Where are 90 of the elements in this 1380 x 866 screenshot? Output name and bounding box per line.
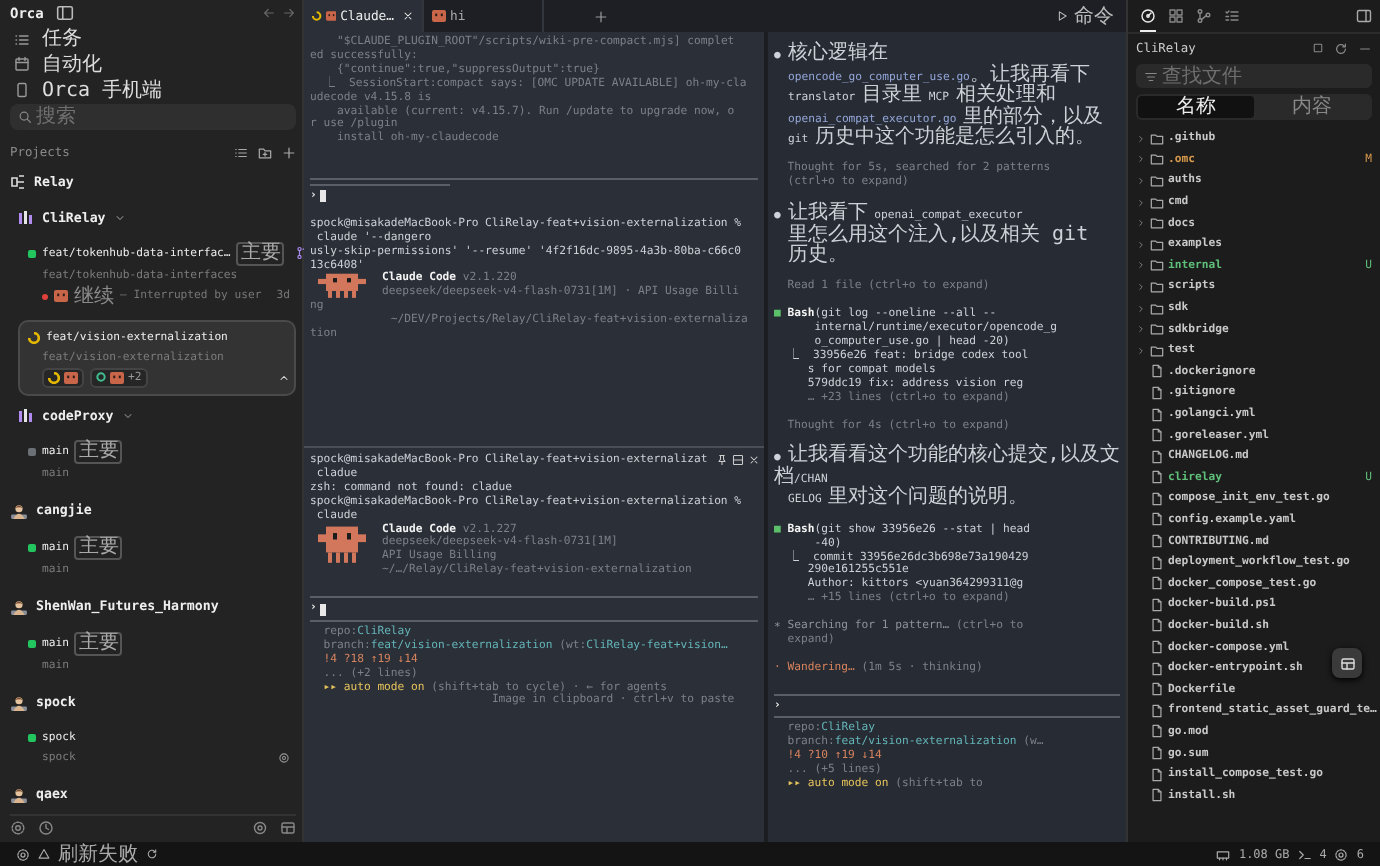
list-icon <box>14 31 30 48</box>
segment-tab[interactable]: 内容 <box>1254 96 1370 118</box>
mascot-icon <box>110 371 124 384</box>
file-icon <box>1150 555 1164 570</box>
checklist-icon <box>1224 7 1240 23</box>
person-icon <box>10 785 28 804</box>
mascot-icon <box>432 10 446 22</box>
phone-icon <box>14 82 30 99</box>
add-icon <box>282 145 296 160</box>
clock-icon <box>38 820 54 837</box>
pixel-mascot-icon <box>318 272 366 301</box>
back-arrow-icon <box>262 6 276 21</box>
layout-icon <box>1339 655 1355 671</box>
person-icon <box>10 597 28 616</box>
repo-icon <box>18 408 34 425</box>
sidebar-toggle-icon <box>55 4 74 23</box>
ring-icon <box>96 372 106 383</box>
filter-icon <box>1144 69 1158 83</box>
file-icon <box>1150 449 1164 464</box>
dial-icon <box>1140 7 1156 23</box>
file-icon <box>1150 597 1164 612</box>
segment-tab[interactable]: 名称 <box>1138 96 1254 118</box>
split-icon <box>732 454 744 466</box>
pin-icon <box>716 454 728 466</box>
main-badge: 主要 <box>236 241 285 266</box>
file-icon <box>1150 534 1164 549</box>
ring-icon <box>278 751 290 764</box>
memory-icon <box>1216 847 1231 861</box>
repo-icon <box>18 210 34 227</box>
calendar-icon <box>14 56 30 73</box>
list-icon <box>234 145 248 160</box>
network-icon <box>10 174 26 191</box>
floating-panel-button[interactable] <box>1332 648 1362 678</box>
search-icon <box>18 110 32 125</box>
spinner-icon <box>48 371 60 384</box>
file-icon <box>1150 618 1164 633</box>
nav-item[interactable]: 任务 <box>10 26 296 53</box>
panel-toggle-icon <box>1356 8 1372 24</box>
file-icon <box>1150 640 1164 655</box>
mascot-icon <box>325 10 337 22</box>
terminal-pane[interactable] <box>764 32 1126 842</box>
search-field[interactable]: 查找文件 <box>1136 64 1372 88</box>
chevron-icon <box>113 212 126 225</box>
layout-icon <box>280 820 296 837</box>
terminal-line: 里怎么用这个注入,以及相关 git 历史。 <box>786 225 1091 268</box>
file-icon <box>1150 576 1164 591</box>
status-message: 刷新失败 <box>58 843 138 865</box>
main-badge: 主要 <box>74 535 123 560</box>
refresh-icon <box>146 848 158 860</box>
add-icon <box>593 9 607 23</box>
person-icon <box>10 501 28 520</box>
search-field[interactable]: 搜索 <box>10 104 296 131</box>
file-icon <box>1150 385 1164 400</box>
file-icon <box>1150 746 1164 761</box>
file-icon <box>1150 512 1164 527</box>
nav-item[interactable]: Orca 手机端 <box>10 77 296 103</box>
file-icon <box>1150 364 1164 379</box>
refresh-icon <box>1334 41 1348 55</box>
mascot-icon <box>64 371 78 384</box>
pixel-mascot-icon <box>318 523 366 565</box>
file-icon <box>1150 682 1164 697</box>
file-icon <box>1150 407 1164 422</box>
main-badge: 主要 <box>74 631 123 656</box>
file-icon <box>1150 661 1164 676</box>
file-icon <box>1150 788 1164 803</box>
error-dot-icon <box>42 293 48 300</box>
close-icon <box>402 10 414 22</box>
forward-arrow-icon <box>282 6 296 21</box>
main-badge: 主要 <box>74 439 123 464</box>
git-branch-icon <box>1196 7 1212 23</box>
terminal-icon <box>1297 847 1312 861</box>
file-icon <box>1150 491 1164 506</box>
spinner-icon <box>312 10 322 22</box>
file-icon <box>1150 724 1164 739</box>
caret-icon <box>278 371 290 384</box>
person-icon <box>10 693 28 712</box>
file-icon <box>1150 767 1164 782</box>
mascot-icon <box>54 290 68 303</box>
nav-item[interactable]: 自动化 <box>10 52 296 78</box>
play-icon <box>1056 10 1068 22</box>
file-icon <box>1150 428 1164 443</box>
close-icon <box>748 454 760 466</box>
file-icon <box>1150 703 1164 718</box>
file-icon <box>1150 470 1164 485</box>
grid-icon <box>1168 7 1184 23</box>
folder-plus-icon <box>258 145 272 160</box>
command-button[interactable]: 命令 <box>1044 0 1126 32</box>
session-title: 继续 <box>74 285 114 308</box>
warning-icon <box>38 848 50 860</box>
chevron-icon <box>121 410 134 423</box>
